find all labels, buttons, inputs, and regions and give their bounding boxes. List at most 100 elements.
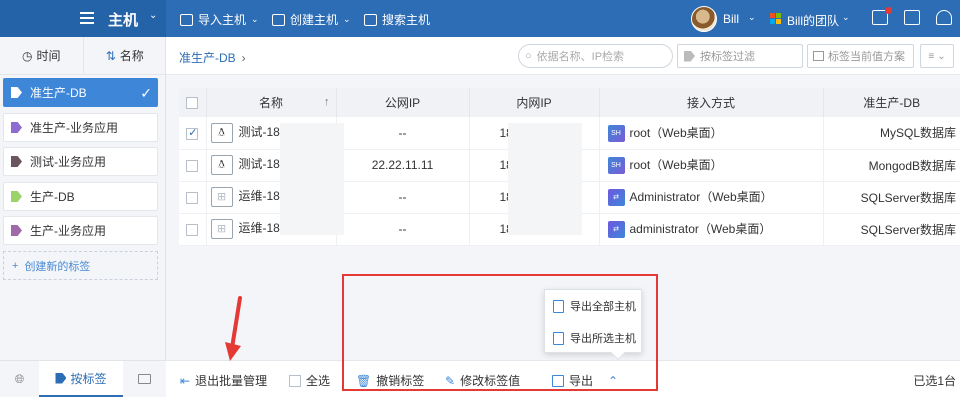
table-header-row: 名称 ↑ 公网IP 内网IP 接入方式 准生产-DB — [179, 88, 960, 117]
checkbox[interactable] — [186, 223, 199, 236]
selected-count: 已选1台 — [913, 374, 956, 388]
tag-value: MongodB数据库 — [823, 149, 960, 182]
export-icon — [552, 374, 564, 387]
sort-row: ◷ 时间 ⇅ 名称 — [0, 37, 166, 75]
sort-az-icon: ⇅ — [105, 48, 116, 63]
create-tag-button[interactable]: + 创建新的标签 — [3, 251, 158, 280]
linux-icon: 🐧︎ — [210, 155, 233, 175]
column-name[interactable]: 名称 ↑ — [206, 88, 337, 117]
column-access[interactable]: 接入方式 — [599, 88, 824, 117]
host-name: 运维-18 — [238, 189, 280, 204]
table-icon — [813, 51, 824, 61]
tag-label: 测试-业务应用 — [30, 155, 106, 169]
access-link[interactable]: ⇄ administrator（Web桌面） — [599, 213, 824, 246]
redaction-mask — [508, 123, 582, 235]
hamburger-menu-icon[interactable] — [80, 12, 94, 24]
row-checkbox-cell[interactable] — [179, 149, 207, 182]
export-button[interactable]: 导出 ⌃ — [552, 372, 618, 389]
export-popup: 导出全部主机 导出所选主机 — [544, 289, 642, 361]
export-all-label: 导出全部主机 — [570, 301, 636, 313]
import-host-button[interactable]: 导入主机 ⌄ — [180, 11, 259, 28]
tag-item-zsc-db[interactable]: 准生产-DB ✓ — [3, 78, 158, 107]
tag-filter-select[interactable]: 按标签过滤 — [677, 44, 803, 68]
host-name: 测试-18 — [238, 157, 280, 172]
avatar[interactable] — [691, 6, 717, 32]
import-icon — [180, 13, 193, 26]
search-host-label: 搜索主机 — [382, 13, 431, 27]
main-header: 准生产-DB › ○ 依据名称、IP检索 按标签过滤 标签当前值方案 ≡ ⌄ — [166, 37, 960, 75]
folder-icon — [138, 374, 151, 384]
breadcrumb[interactable]: 准生产-DB › — [179, 49, 246, 66]
access-link[interactable]: ⇄ Administrator（Web桌面） — [599, 181, 824, 214]
chevron-down-icon[interactable]: ⌄ — [748, 12, 756, 23]
chevron-down-icon: ⌄ — [343, 14, 351, 24]
search-host-button[interactable]: 搜索主机 — [364, 11, 430, 28]
tag-value: SQLServer数据库 — [823, 181, 960, 214]
select-all-header[interactable] — [179, 88, 207, 117]
left-bottom-tabs: 🌐︎ 按标签 — [0, 360, 166, 397]
tag-item-prod-app[interactable]: 生产-业务应用 — [3, 216, 158, 245]
row-checkbox-cell[interactable] — [179, 181, 207, 214]
linux-icon: 🐧︎ — [210, 122, 233, 143]
windows-icon: ⊞ — [210, 219, 233, 239]
user-name[interactable]: Bill — [723, 12, 739, 26]
breadcrumb-item[interactable]: 准生产-DB — [179, 51, 236, 65]
export-selected-hosts-item[interactable]: 导出所选主机 — [545, 322, 641, 354]
tag-value: SQLServer数据库 — [823, 213, 960, 246]
column-label: 接入方式 — [686, 96, 735, 110]
checkbox[interactable] — [186, 159, 199, 172]
folder-tab[interactable] — [123, 361, 166, 397]
column-public-ip[interactable]: 公网IP — [336, 88, 470, 117]
export-all-hosts-item[interactable]: 导出全部主机 — [545, 290, 641, 322]
tag-item-zsc-app[interactable]: 准生产-业务应用 — [3, 113, 158, 142]
team-logo-icon — [770, 13, 781, 24]
row-checkbox-cell[interactable] — [179, 213, 207, 246]
tag-scheme-select[interactable]: 标签当前值方案 — [807, 44, 914, 68]
sort-by-name-button[interactable]: ⇅ 名称 — [82, 37, 167, 74]
sort-arrow-icon: ↑ — [324, 96, 330, 108]
message-icon[interactable] — [872, 7, 892, 25]
access-label: root（Web桌面） — [629, 157, 723, 172]
checkbox[interactable] — [289, 374, 301, 387]
exit-batch-button[interactable]: ⇤ 退出批量管理 — [180, 372, 267, 389]
headset-support-icon[interactable] — [936, 10, 952, 25]
tag-label: 生产-DB — [30, 190, 75, 204]
ssh-icon: SH — [607, 157, 625, 175]
left-panel: ◷ 时间 ⇅ 名称 准生产-DB ✓ 准生产-业务应用 测试-业务应用 生产-D… — [0, 37, 166, 397]
page-title[interactable]: 主机 — [108, 9, 138, 30]
plus-icon: + — [12, 259, 19, 272]
search-icon: ○ — [525, 50, 532, 62]
column-settings-button[interactable]: ≡ ⌄ — [920, 44, 954, 68]
column-private-ip[interactable]: 内网IP — [469, 88, 600, 117]
checkbox[interactable] — [186, 97, 199, 110]
tag-item-prod-db[interactable]: 生产-DB — [3, 182, 158, 211]
row-checkbox-cell[interactable] — [179, 117, 207, 150]
access-label: root（Web桌面） — [629, 125, 723, 140]
tab-by-tag[interactable]: 按标签 — [39, 361, 123, 397]
tag-icon — [684, 50, 695, 62]
ssh-icon: SH — [607, 124, 625, 142]
sort-by-time-button[interactable]: ◷ 时间 — [0, 37, 83, 74]
chevron-down-icon[interactable]: ⌄ — [842, 12, 850, 23]
create-host-button[interactable]: 创建主机 ⌄ — [272, 11, 351, 28]
access-link[interactable]: SH root（Web桌面） — [599, 117, 824, 150]
modify-tag-label: 修改标签值 — [460, 374, 521, 388]
team-name[interactable]: Bill的团队 — [787, 12, 839, 29]
column-tag-value[interactable]: 准生产-DB — [823, 88, 960, 117]
redaction-mask — [280, 123, 344, 235]
search-input[interactable]: ○ 依据名称、IP检索 — [518, 44, 673, 68]
create-tag-label: 创建新的标签 — [24, 260, 91, 273]
tag-label: 生产-业务应用 — [30, 224, 106, 238]
tag-item-test-app[interactable]: 测试-业务应用 — [3, 147, 158, 176]
export-doc-icon — [553, 299, 564, 313]
select-all-button[interactable]: 全选 — [289, 372, 330, 389]
globe-tab[interactable]: 🌐︎ — [0, 361, 39, 397]
checkbox[interactable] — [186, 126, 199, 140]
checkbox[interactable] — [186, 191, 199, 204]
task-check-icon[interactable] — [904, 10, 920, 25]
access-link[interactable]: SH root（Web桌面） — [599, 149, 824, 182]
modify-tag-button[interactable]: ✎ 修改标签值 — [445, 372, 520, 389]
revoke-tag-button[interactable]: 🗑︎ 撤销标签 — [356, 372, 424, 389]
chevron-down-icon[interactable]: ⌄ — [149, 10, 157, 21]
public-ip: 22.22.11.11 — [336, 149, 470, 182]
